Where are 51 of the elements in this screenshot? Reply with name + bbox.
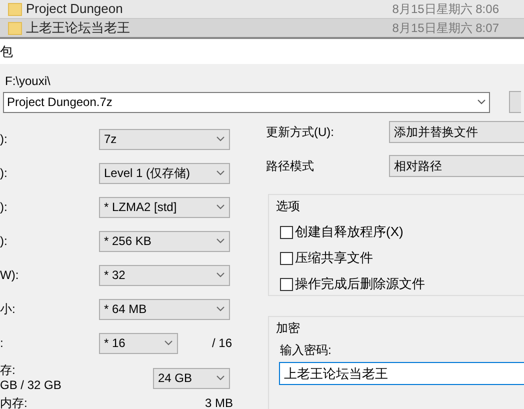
dropdown[interactable]: * 64 MB: [99, 298, 230, 320]
option-label: 小:: [0, 301, 16, 318]
file-name: 上老王论坛当老王: [26, 19, 130, 38]
option-checkbox[interactable]: 操作完成后删除源文件: [280, 275, 425, 293]
archive-name-combo[interactable]: Project Dungeon.7z: [3, 92, 490, 112]
file-date: 8月15日星期六 8:06: [392, 1, 499, 18]
dropdown[interactable]: * 16: [99, 332, 178, 354]
browse-button[interactable]: [509, 91, 521, 113]
archive-path: F:\youxi\: [5, 73, 50, 90]
chevron-icon: [216, 306, 225, 312]
memory-info: GB / 32 GB: [0, 378, 62, 393]
option-label: 内存:: [0, 396, 28, 409]
chevron-icon: [477, 99, 486, 105]
path-mode-combo[interactable]: 相对路径: [389, 155, 524, 177]
file-name: Project Dungeon: [26, 0, 123, 18]
folder-icon: [8, 22, 22, 34]
option-label: ):: [0, 233, 8, 250]
folder-icon: [8, 2, 22, 16]
option-label: ):: [0, 131, 8, 148]
dropdown[interactable]: 7z: [99, 128, 230, 150]
memory-value: 3 MB: [205, 396, 234, 409]
chevron-icon: [216, 204, 225, 210]
update-mode-label: 更新方式(U):: [265, 124, 335, 141]
dropdown[interactable]: Level 1 (仅存储): [99, 162, 230, 184]
chevron-icon: [216, 375, 225, 381]
option-label: ):: [0, 199, 8, 216]
password-label: 输入密码:: [280, 342, 332, 359]
dropdown[interactable]: * LZMA2 [std]: [99, 196, 230, 218]
chevron-icon: [216, 170, 225, 176]
path-mode-label: 路径模式: [265, 158, 315, 175]
group-title: 选项: [276, 198, 300, 215]
option-checkbox[interactable]: 压缩共享文件: [280, 249, 373, 267]
password-field[interactable]: 上老王论坛当老王: [279, 362, 524, 385]
file-date: 8月15日星期六 8:07: [392, 20, 499, 37]
thread-count: / 16: [212, 335, 232, 352]
update-mode-combo[interactable]: 添加并替换文件: [389, 121, 524, 143]
chevron-icon: [216, 136, 225, 142]
option-label: W):: [0, 267, 20, 284]
option-label: ):: [0, 165, 8, 182]
group-title: 加密: [276, 320, 300, 337]
option-label: 存:: [0, 363, 16, 378]
dropdown[interactable]: * 256 KB: [99, 230, 230, 252]
chevron-icon: [164, 340, 173, 346]
dialog-title: 包: [0, 42, 13, 61]
option-label: :: [0, 335, 4, 352]
option-checkbox[interactable]: 创建自释放程序(X): [280, 223, 404, 241]
chevron-icon: [216, 238, 225, 244]
file-row[interactable]: 上老王论坛当老王 8月15日星期六 8:07: [0, 18, 524, 37]
dropdown[interactable]: * 32: [99, 264, 230, 286]
chevron-icon: [216, 272, 225, 278]
dropdown[interactable]: 24 GB: [153, 368, 230, 388]
